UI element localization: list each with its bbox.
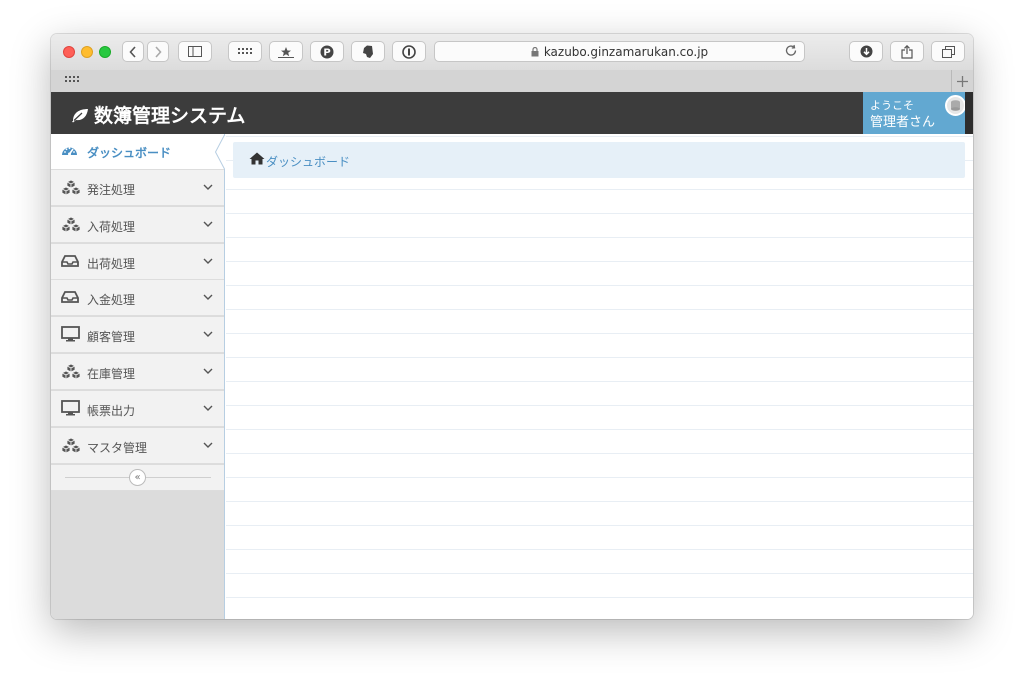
chevron-down-icon — [203, 184, 213, 190]
bookmark-button[interactable] — [269, 41, 303, 62]
chevron-down-icon — [203, 258, 213, 264]
sidebar-item-reports[interactable]: 帳票出力 — [51, 391, 224, 427]
inbox-icon — [61, 255, 79, 267]
user-name: 管理者さん — [870, 115, 936, 130]
pinterest-button[interactable]: P — [310, 41, 344, 62]
cubes-icon — [61, 216, 81, 233]
header-edge — [965, 92, 973, 134]
sidebar-collapse-bar: « — [51, 465, 224, 491]
onepassword-icon — [402, 44, 416, 59]
favorites-grid-icon[interactable] — [65, 76, 79, 86]
inbox-icon — [61, 291, 79, 303]
dashboard-icon — [62, 147, 77, 156]
sidebar-item-label: 入金処理 — [87, 293, 136, 307]
share-button[interactable] — [890, 41, 924, 62]
sidebar-item-label: 在庫管理 — [87, 367, 136, 381]
url-text: kazubo.ginzamarukan.co.jp — [543, 44, 709, 59]
active-indicator-icon — [215, 134, 225, 170]
sidebar-item-label: 顧客管理 — [87, 330, 136, 344]
sidebar-item-label: 入荷処理 — [87, 220, 136, 234]
cubes-icon — [61, 363, 81, 380]
favorites-bar — [51, 70, 973, 93]
app-title: 数簿管理システム — [94, 105, 246, 127]
sidebar-item-shipping[interactable]: 出荷処理 — [51, 244, 224, 280]
sidebar-collapse-button[interactable]: « — [129, 469, 146, 486]
double-chevron-left-icon: « — [134, 472, 141, 483]
zoom-window-button[interactable] — [99, 46, 111, 58]
sidebar-item-label: 発注処理 — [87, 183, 136, 197]
top-sites-button[interactable] — [228, 41, 262, 62]
reload-icon[interactable] — [785, 44, 798, 58]
svg-text:P: P — [323, 47, 330, 58]
sidebar-item-order-processing[interactable]: 発注処理 — [51, 170, 224, 206]
pinterest-icon: P — [320, 45, 334, 58]
sidebar-item-label: マスタ管理 — [87, 441, 148, 455]
cubes-icon — [61, 179, 81, 196]
sidebar-item-master[interactable]: マスタ管理 — [51, 428, 224, 464]
sidebar-item-inventory[interactable]: 在庫管理 — [51, 354, 224, 390]
chevron-left-icon — [129, 45, 136, 58]
sidebar-item-dashboard[interactable]: ダッシュボード — [51, 134, 225, 170]
close-window-button[interactable] — [63, 46, 75, 58]
chevron-down-icon — [203, 221, 213, 227]
sidebar-toggle-button[interactable] — [178, 41, 212, 62]
database-icon — [951, 100, 960, 111]
browser-window: P kazubo.ginzamarukan.co.jp 数簿管理システム ようこ… — [51, 34, 973, 619]
password-manager-button[interactable] — [392, 41, 426, 62]
lock-icon — [531, 46, 539, 56]
sidebar-item-label: 帳票出力 — [87, 404, 136, 418]
breadcrumb-current[interactable]: ダッシュボード — [266, 153, 350, 170]
new-tab-button[interactable] — [951, 70, 973, 92]
avatar[interactable] — [945, 95, 966, 116]
share-icon — [901, 44, 913, 59]
desktop-icon — [61, 400, 80, 416]
chevron-down-icon — [203, 331, 213, 337]
chevron-right-icon — [155, 45, 162, 58]
forward-button[interactable] — [147, 41, 169, 62]
evernote-button[interactable] — [351, 41, 385, 62]
tabs-overview-button[interactable] — [931, 41, 965, 62]
back-button[interactable] — [122, 41, 144, 62]
app-header: 数簿管理システム ようこそ 管理者さん — [51, 92, 973, 134]
downloads-button[interactable] — [849, 41, 883, 62]
download-icon — [860, 45, 872, 58]
leaf-icon — [72, 108, 88, 122]
chevron-down-icon — [203, 294, 213, 300]
address-bar[interactable]: kazubo.ginzamarukan.co.jp — [434, 41, 805, 62]
desktop-icon — [61, 326, 80, 342]
star-icon — [278, 46, 294, 58]
chevron-down-icon — [203, 405, 213, 411]
sidebar-item-receiving[interactable]: 入荷処理 — [51, 207, 224, 243]
evernote-icon — [363, 45, 373, 58]
home-icon[interactable] — [249, 152, 265, 165]
sidebar-icon — [188, 46, 202, 57]
plus-icon — [957, 75, 968, 87]
sidebar-item-label: ダッシュボード — [87, 146, 172, 160]
chevron-down-icon — [203, 368, 213, 374]
cubes-icon — [61, 437, 81, 454]
sidebar: ダッシュボード 発注処理 入荷処理 出荷処理 入金処理 顧客管理 在庫管理 帳票… — [51, 134, 225, 619]
sidebar-item-label: 出荷処理 — [87, 257, 136, 271]
main-content: ダッシュボード — [226, 134, 973, 619]
sidebar-item-customers[interactable]: 顧客管理 — [51, 317, 224, 353]
app-brand[interactable]: 数簿管理システム — [71, 101, 245, 128]
breadcrumb: ダッシュボード — [233, 142, 965, 178]
grid-icon — [238, 47, 252, 54]
sidebar-item-payment[interactable]: 入金処理 — [51, 280, 224, 316]
tabs-icon — [941, 45, 955, 58]
browser-toolbar: P kazubo.ginzamarukan.co.jp — [51, 34, 973, 71]
minimize-window-button[interactable] — [81, 46, 93, 58]
chevron-down-icon — [203, 442, 213, 448]
